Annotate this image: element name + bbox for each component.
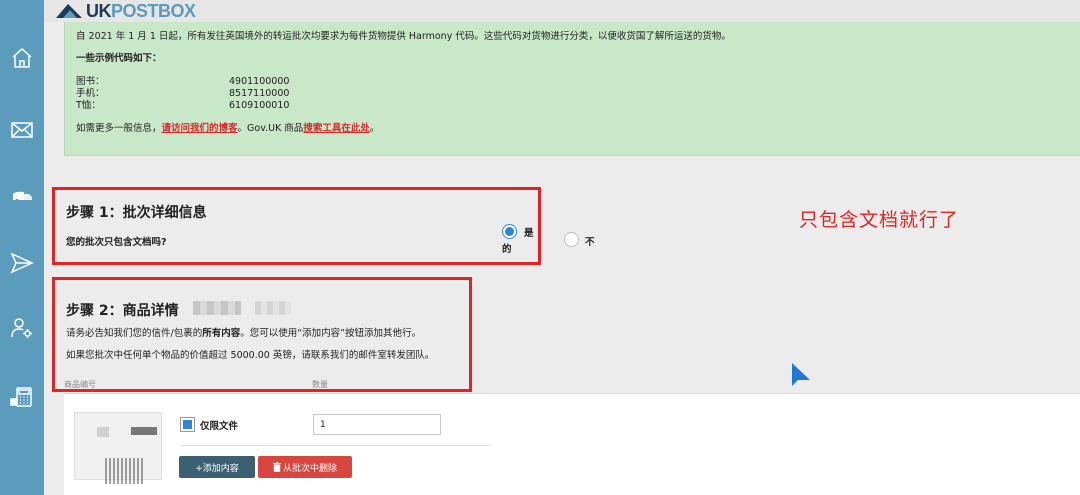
documents-only-label: 仅限文件 <box>200 421 239 432</box>
mouse-cursor-icon <box>792 363 810 386</box>
col-item-code: 商品编号 <box>64 380 96 389</box>
code-name: 图书： <box>76 75 105 87</box>
redacted-block <box>193 301 241 315</box>
radio-no[interactable] <box>564 232 579 247</box>
radio-no-label: 不 <box>585 237 595 248</box>
search-tool-link[interactable]: 搜索工具在此处 <box>303 123 370 134</box>
logo[interactable]: UKPOSTBOX <box>54 1 196 21</box>
logo-text-postbox: POSTBOX <box>111 0 196 21</box>
example-codes: 图书： 4901100000 手机： 8517110000 T恤： 610910… <box>76 76 1069 113</box>
item-thumbnail <box>74 412 162 484</box>
logo-text-uk: UK <box>86 0 112 21</box>
home-icon[interactable] <box>8 44 36 72</box>
quantity-input[interactable] <box>313 414 441 435</box>
trash-icon <box>272 462 281 472</box>
code-name: 手机： <box>76 88 105 100</box>
blog-link[interactable]: 请访问我们的博客 <box>162 123 238 134</box>
step2-title: 步骤 2：商品详情 <box>66 303 179 319</box>
radio-yes-label: 是 <box>524 228 534 239</box>
truck-icon[interactable] <box>8 182 36 210</box>
code-value: 4901100000 <box>229 75 290 87</box>
remove-from-batch-button[interactable]: 从批次中删除 <box>258 456 352 478</box>
item-row-card: 仅限文件 +添加内容 从批次中删除 <box>64 393 1080 495</box>
harmony-code-notice: 自 2021 年 1 月 1 日起，所有发往英国境外的转运批次均要求为每件货物提… <box>64 22 1080 156</box>
add-content-button[interactable]: +添加内容 <box>179 456 255 478</box>
contents-instruction: 请务必告知我们您的信件/包裹的所有内容。您可以使用“添加内容”按钮添加其他行。 <box>66 328 422 339</box>
notice-intro: 自 2021 年 1 月 1 日起，所有发往英国境外的转运批次均要求为每件货物提… <box>76 31 731 42</box>
documents-only-question: 您的批次只包含文档吗? <box>66 237 167 248</box>
divider <box>180 445 490 446</box>
radio-yes-label-2: 的 <box>502 244 512 255</box>
user-settings-icon[interactable] <box>8 314 36 342</box>
calculator-icon[interactable] <box>8 383 36 411</box>
step1-title: 步骤 1：批次详细信息 <box>66 205 207 221</box>
logo-mark-icon <box>56 4 82 18</box>
code-name: T恤： <box>76 100 101 112</box>
code-value: 6109100010 <box>229 100 290 112</box>
sidebar <box>0 0 44 495</box>
redacted-block <box>255 301 291 315</box>
top-header: UKPOSTBOX <box>44 0 1080 22</box>
more-info: 如需更多一般信息，请访问我们的博客。Gov.UK 商品搜索工具在此处。 <box>76 122 380 134</box>
documents-only-checkbox[interactable] <box>180 417 195 432</box>
col-quantity: 数量 <box>312 380 328 389</box>
annotation-text: 只包含文档就行了 <box>799 209 960 231</box>
notice-subhead: 一些示例代码如下： <box>76 53 162 65</box>
mail-icon[interactable] <box>8 116 36 144</box>
radio-yes[interactable] <box>502 224 517 239</box>
step1-batch-details: 步骤 1：批次详细信息 您的批次只包含文档吗? 是 的 不 <box>52 187 595 265</box>
value-limit-note: 如果您批次中任何单个物品的价值超过 5000.00 英镑，请联系我们的邮件室转发… <box>66 350 435 361</box>
send-icon[interactable] <box>8 249 36 277</box>
step2-item-details: 步骤 2：商品详情 请务必告知我们您的信件/包裹的所有内容。您可以使用“添加内容… <box>52 277 472 392</box>
code-value: 8517110000 <box>229 88 290 100</box>
